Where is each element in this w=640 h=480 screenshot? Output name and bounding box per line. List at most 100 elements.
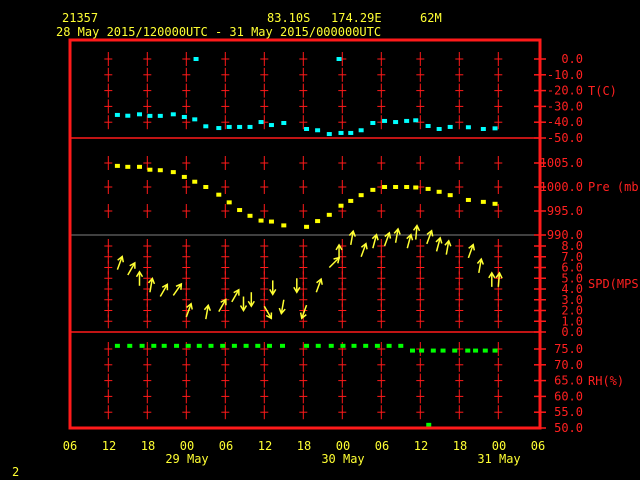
y-tick-label: 65.0 xyxy=(554,374,583,388)
pressure-point xyxy=(258,218,264,223)
meteogram: 21357 83.10S 174.29E 62M 28 May 2015/120… xyxy=(12,11,640,479)
wind-arrow xyxy=(495,271,503,287)
wind-arrow xyxy=(371,233,379,249)
wind-arrow xyxy=(444,239,452,255)
date-label: 31 May xyxy=(477,452,520,466)
humidity-point xyxy=(430,348,436,353)
x-tick-label: 00 xyxy=(180,439,194,453)
temperature-point xyxy=(382,118,388,123)
humidity-point xyxy=(114,343,120,348)
pressure-point xyxy=(436,189,442,194)
x-tick-label: 06 xyxy=(375,439,389,453)
station-longitude: 174.29E xyxy=(331,11,382,25)
y-tick-label: -40.0 xyxy=(547,115,583,129)
temperature-point xyxy=(465,125,471,130)
wind-arrow xyxy=(159,283,169,297)
pressure-point xyxy=(237,208,243,213)
temperature-point xyxy=(492,126,498,131)
station-elevation: 62M xyxy=(420,11,442,25)
plot-frame xyxy=(68,38,542,430)
y-tick-label: 50.0 xyxy=(554,421,583,435)
temperature-point xyxy=(258,120,264,125)
temperature-point xyxy=(425,123,431,128)
wind-arrow xyxy=(172,282,183,296)
temperature-point xyxy=(358,128,364,133)
temperature-point xyxy=(413,118,419,123)
temperature-point xyxy=(447,124,453,129)
pressure-point xyxy=(181,174,187,179)
humidity-point xyxy=(473,348,479,353)
humidity-point xyxy=(220,343,226,348)
humidity-point xyxy=(363,343,369,348)
humidity-point xyxy=(440,348,446,353)
temperature-point xyxy=(315,128,321,133)
pressure-point xyxy=(137,164,142,169)
date-label: 29 May xyxy=(165,452,208,466)
wind-arrow xyxy=(135,270,144,286)
pressure-point xyxy=(281,223,287,228)
y-tick-label: 75.0 xyxy=(554,342,583,356)
temperature-point xyxy=(216,126,222,131)
humidity-point xyxy=(426,422,432,427)
wind-arrow xyxy=(488,271,496,287)
humidity-point xyxy=(482,348,488,353)
pressure-point xyxy=(315,219,321,224)
temperature-point xyxy=(157,113,163,118)
y-tick-label: -10.0 xyxy=(547,68,583,82)
wind-arrow xyxy=(247,292,255,308)
temperature-point xyxy=(125,113,131,118)
temperature-point xyxy=(404,118,410,123)
y-tick-label: 1005.0 xyxy=(540,156,583,170)
wind-arrow xyxy=(263,305,273,320)
station-id: 21357 xyxy=(62,11,98,25)
temperature-point xyxy=(226,124,232,129)
humidity-point xyxy=(452,348,458,353)
y-tick-label: 0.0 xyxy=(561,325,583,339)
wind-arrow xyxy=(116,255,125,270)
y-tick-label: -50.0 xyxy=(547,131,583,145)
humidity-point xyxy=(243,343,249,348)
station-latitude: 83.10S xyxy=(267,11,310,25)
temperature-point xyxy=(393,120,399,125)
humidity-point xyxy=(127,343,133,348)
pressure-point xyxy=(326,212,332,217)
pressure-point xyxy=(125,164,131,169)
wind-arrow xyxy=(426,229,434,245)
x-tick-label: 06 xyxy=(63,439,77,453)
temperature-point xyxy=(370,120,376,125)
pressure-point xyxy=(192,179,198,184)
pressure-point xyxy=(304,224,310,229)
pressure-point xyxy=(226,200,232,205)
pressure-point xyxy=(413,185,419,190)
x-tick-label: 00 xyxy=(492,439,506,453)
humidity-point xyxy=(208,343,214,348)
wind-arrow xyxy=(239,296,248,312)
temperature-point xyxy=(326,132,332,137)
wind-arrow xyxy=(360,242,368,258)
y-tick-label: 55.0 xyxy=(554,405,583,419)
pressure-point xyxy=(382,185,388,189)
date-label: 30 May xyxy=(321,452,364,466)
wind-arrow xyxy=(435,236,443,252)
temperature-point xyxy=(181,114,187,119)
pressure-point xyxy=(170,170,176,175)
y-tick-label: 70.0 xyxy=(554,358,583,372)
humidity-point xyxy=(267,343,272,348)
humidity-point xyxy=(231,343,237,348)
pressure-point xyxy=(203,185,209,189)
temperature-point xyxy=(193,57,199,61)
x-tick-label: 00 xyxy=(336,439,350,453)
humidity-point xyxy=(196,343,202,348)
humidity-point xyxy=(351,343,357,348)
temperature-point xyxy=(436,126,442,131)
pressure-point xyxy=(268,219,274,224)
pressure-point xyxy=(348,198,354,203)
pressure-point xyxy=(338,203,344,208)
y-tick-label: 60.0 xyxy=(554,389,583,403)
x-tick-label: 18 xyxy=(141,439,155,453)
x-tick-label: 18 xyxy=(297,439,311,453)
humidity-point xyxy=(386,343,392,348)
temperature-point xyxy=(480,126,486,131)
humidity-point xyxy=(328,343,334,348)
pressure-point xyxy=(404,185,410,189)
